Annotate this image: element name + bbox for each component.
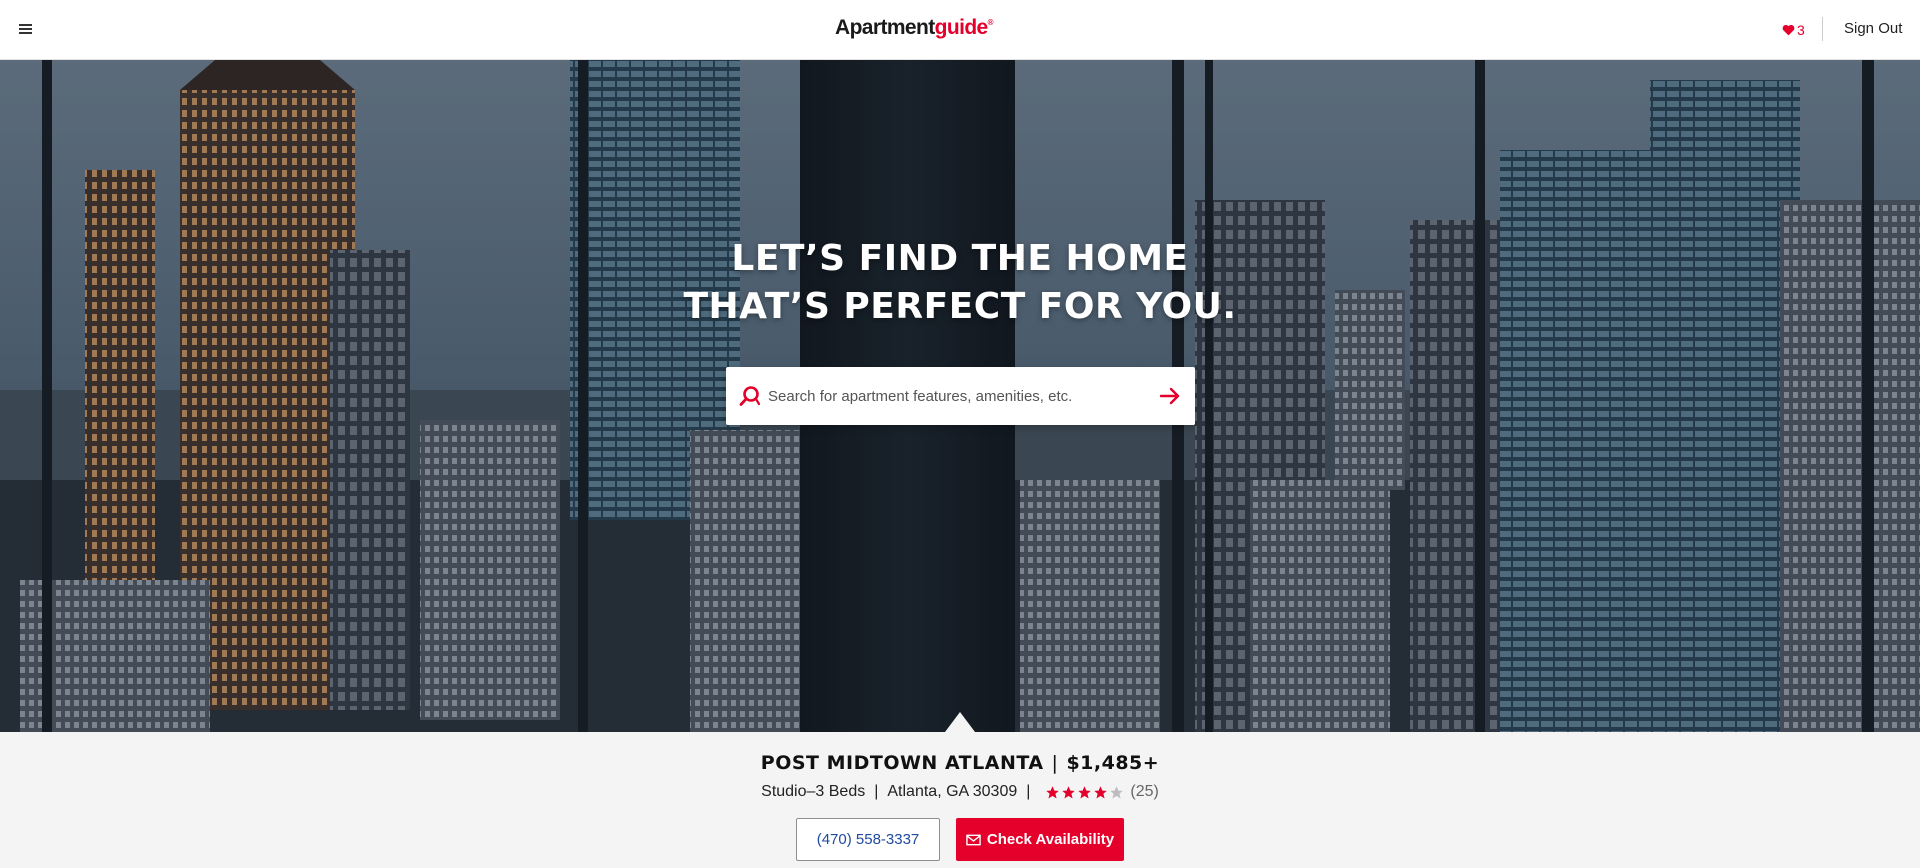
phone-button[interactable]: (470) 558-3337 <box>796 818 940 861</box>
search-bar <box>726 367 1195 425</box>
apartmentguide-logo[interactable]: Apartmentguide® <box>835 16 994 40</box>
search-input[interactable] <box>768 381 1148 411</box>
arrow-right-icon[interactable] <box>1158 384 1182 408</box>
envelope-icon <box>966 834 981 845</box>
property-title[interactable]: POST MIDTOWN ATLANTA | $1,485+ <box>0 752 1920 774</box>
hero-headline: LET’S FIND THE HOME THAT’S PERFECT FOR Y… <box>683 238 1237 327</box>
property-meta: Studio–3 Beds | Atlanta, GA 30309 | (25) <box>761 783 1159 801</box>
property-price: $1,485+ <box>1066 752 1160 774</box>
hamburger-menu-icon[interactable] <box>14 18 36 40</box>
review-count[interactable]: (25) <box>1130 783 1158 801</box>
favorites-link[interactable]: 3 <box>1782 20 1805 40</box>
property-name: POST MIDTOWN ATLANTA <box>760 752 1044 774</box>
star-icon <box>1110 785 1124 798</box>
sign-out-link[interactable]: Sign Out <box>1844 20 1902 37</box>
carousel-pointer <box>945 712 975 732</box>
featured-property: POST MIDTOWN ATLANTA | $1,485+ Studio–3 Be… <box>0 732 1920 868</box>
star-icon <box>1062 785 1076 798</box>
star-rating <box>1045 785 1125 800</box>
star-icon <box>1078 785 1092 798</box>
hero-banner: LET’S FIND THE HOME THAT’S PERFECT FOR Y… <box>0 60 1920 732</box>
favorites-count: 3 <box>1797 22 1805 38</box>
check-availability-button[interactable]: Check Availability <box>956 818 1124 861</box>
site-header: Apartmentguide® 3 Sign Out <box>0 0 1920 60</box>
search-icon <box>739 386 761 406</box>
star-icon <box>1046 785 1060 798</box>
header-divider <box>1822 17 1823 41</box>
heart-icon <box>1782 24 1795 36</box>
property-beds: Studio–3 Beds <box>761 783 866 800</box>
star-icon <box>1094 785 1108 798</box>
property-location: Atlanta, GA 30309 <box>887 783 1018 800</box>
